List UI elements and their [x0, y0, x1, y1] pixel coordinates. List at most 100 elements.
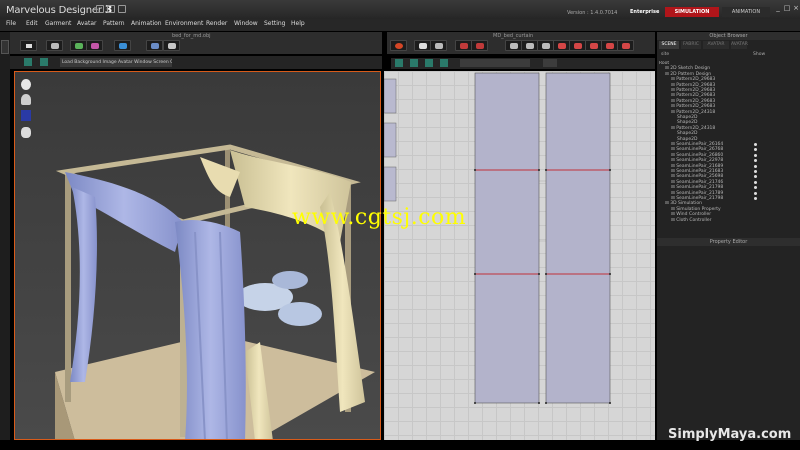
tree-item-label: ⊟ Pattern2D_24318	[671, 109, 716, 115]
transform-tool-button[interactable]	[20, 40, 37, 51]
menu-render[interactable]: Render	[206, 20, 227, 27]
pattern-slider[interactable]	[460, 59, 530, 67]
tree-item[interactable]: ⊟ Pattern2D_29683	[671, 104, 715, 109]
visibility-icon[interactable]	[754, 191, 757, 195]
symmetry-icon[interactable]	[440, 59, 448, 67]
offset-tool-button[interactable]	[601, 40, 618, 51]
tree-item[interactable]: ⊟ SeamLinePair_21789	[671, 191, 757, 196]
minimize-icon[interactable]: _	[774, 4, 782, 12]
tree-item[interactable]: ⊟ SeamLinePair_26768	[671, 147, 757, 152]
grid-icon[interactable]	[395, 59, 403, 67]
tree-item[interactable]: Shape2D	[677, 137, 697, 142]
object-browser-header: site Show	[659, 51, 798, 59]
visibility-icon[interactable]	[754, 175, 757, 179]
seam-point	[474, 169, 476, 171]
new-icon[interactable]	[96, 5, 104, 13]
polygon-tool-button[interactable]	[455, 40, 472, 51]
tab-avatar-2[interactable]: AVATAR	[731, 41, 748, 49]
visibility-icon[interactable]	[754, 180, 757, 184]
close-icon[interactable]: ×	[792, 4, 800, 12]
seam-free-button[interactable]	[521, 40, 538, 51]
tree-item[interactable]: Shape2D	[677, 131, 697, 136]
measure-tool-button[interactable]	[163, 40, 180, 51]
notch-tool-button[interactable]	[617, 40, 634, 51]
tree-item[interactable]: ⊟ SeamLinePair_25698	[671, 174, 757, 179]
seam-check-button[interactable]	[537, 40, 554, 51]
menu-pattern[interactable]: Pattern	[103, 20, 125, 27]
visibility-icon[interactable]	[754, 159, 757, 163]
visibility-icon[interactable]	[754, 186, 757, 190]
select-mesh-button[interactable]	[46, 40, 63, 51]
reset-2d-button[interactable]	[390, 40, 407, 51]
tab-scene[interactable]: SCENE	[659, 41, 679, 49]
menu-setting[interactable]: Setting	[264, 20, 285, 27]
tree-item-label: ⊟ SeamLinePair_21798	[671, 185, 724, 191]
avatar-texture-icon[interactable]	[21, 110, 31, 121]
tab-avatar[interactable]: AVATAR	[703, 41, 729, 49]
tree-item[interactable]: ⊟ Wind Controller	[671, 212, 711, 217]
object-browser-title: Object Browser	[657, 32, 800, 40]
seam-segment-button[interactable]	[505, 40, 522, 51]
avatar-arrange-button[interactable]	[146, 40, 163, 51]
visibility-icon[interactable]	[754, 148, 757, 152]
trace-tool-button[interactable]	[585, 40, 602, 51]
visibility-icon[interactable]	[754, 170, 757, 173]
pattern-display-icon[interactable]	[410, 59, 418, 67]
menu-animation[interactable]: Animation	[131, 20, 162, 27]
menu-environment[interactable]: Environment	[165, 20, 203, 27]
seam-display-icon[interactable]	[425, 59, 433, 67]
visibility-icon[interactable]	[754, 197, 757, 200]
pin-tool-button[interactable]	[70, 40, 87, 51]
maximize-icon[interactable]: □	[783, 4, 791, 12]
tree-item[interactable]: ⊟ 2D Sketch Design	[665, 66, 710, 71]
visibility-icon[interactable]	[754, 164, 757, 168]
layout-tab[interactable]	[1, 40, 9, 54]
menu-avatar[interactable]: Avatar	[77, 20, 96, 27]
mode-simulation-button[interactable]: SIMULATION	[665, 7, 719, 17]
menu-garment[interactable]: Garment	[45, 20, 71, 27]
pattern-option-button[interactable]	[543, 59, 557, 67]
tab-fabric[interactable]: FABRIC	[681, 41, 701, 49]
tree-item[interactable]: ⊟ Pattern2D_29683	[671, 93, 715, 98]
menu-window[interactable]: Window	[234, 20, 258, 27]
tree-item[interactable]: ⊟ 3D Simulation	[665, 201, 702, 206]
header-name: site	[661, 52, 670, 57]
tree-item[interactable]: ⊟ Pattern2D_29683	[671, 77, 715, 82]
avatar-face-icon[interactable]	[21, 79, 31, 90]
edit-pattern-button[interactable]	[430, 40, 447, 51]
tree-item[interactable]: Shape2D	[677, 120, 697, 125]
transform-pattern-button[interactable]	[414, 40, 431, 51]
tree-item[interactable]: ⊟ SeamLinePair_21689	[671, 163, 757, 169]
open-icon[interactable]	[107, 5, 115, 13]
fold-tool-button[interactable]	[114, 40, 131, 51]
tree-item-label: ⊟ Pattern2D_29683	[671, 82, 716, 88]
mode-animation-button[interactable]: ANIMATION	[722, 7, 770, 17]
internal-poly-button[interactable]	[569, 40, 586, 51]
save-icon[interactable]	[118, 5, 126, 13]
avatar-body-icon[interactable]	[21, 94, 31, 105]
internal-line-button[interactable]	[553, 40, 570, 51]
pattern-piece	[384, 78, 397, 114]
tree-item[interactable]: ⊟ Cloth Controller	[671, 218, 712, 223]
seam-point	[545, 169, 547, 171]
menu-file[interactable]: File	[6, 20, 16, 27]
visibility-icon[interactable]	[754, 143, 757, 146]
menu-edit[interactable]: Edit	[26, 20, 38, 27]
menu-help[interactable]: Help	[291, 20, 305, 27]
tree-item-label: ⊟ SeamLinePair_21689	[671, 163, 724, 169]
rectangle-tool-button[interactable]	[471, 40, 488, 51]
camera-icon[interactable]	[40, 58, 48, 66]
tree-item[interactable]: ⊟ Pattern2D_29683	[671, 83, 715, 88]
visibility-icon[interactable]	[754, 153, 757, 157]
tree-item[interactable]: ⊟ SeamLinePair_22978	[671, 158, 757, 163]
bed-scene	[15, 72, 380, 439]
tack-tool-button[interactable]	[86, 40, 103, 51]
tree-item[interactable]: ⊟ Pattern2D_24318	[671, 110, 715, 115]
viewport-3d[interactable]	[14, 71, 381, 440]
viewport-3d-menu[interactable]: Load Background Image Avatar Window Scre…	[60, 58, 172, 67]
avatar-head-icon[interactable]	[21, 127, 31, 138]
tree-item[interactable]: ⊟ SeamLinePair_21798	[671, 185, 757, 191]
cloth-display-icon[interactable]	[24, 58, 32, 66]
viewport-2d[interactable]	[384, 71, 655, 440]
curtain-pattern-left	[474, 72, 540, 404]
